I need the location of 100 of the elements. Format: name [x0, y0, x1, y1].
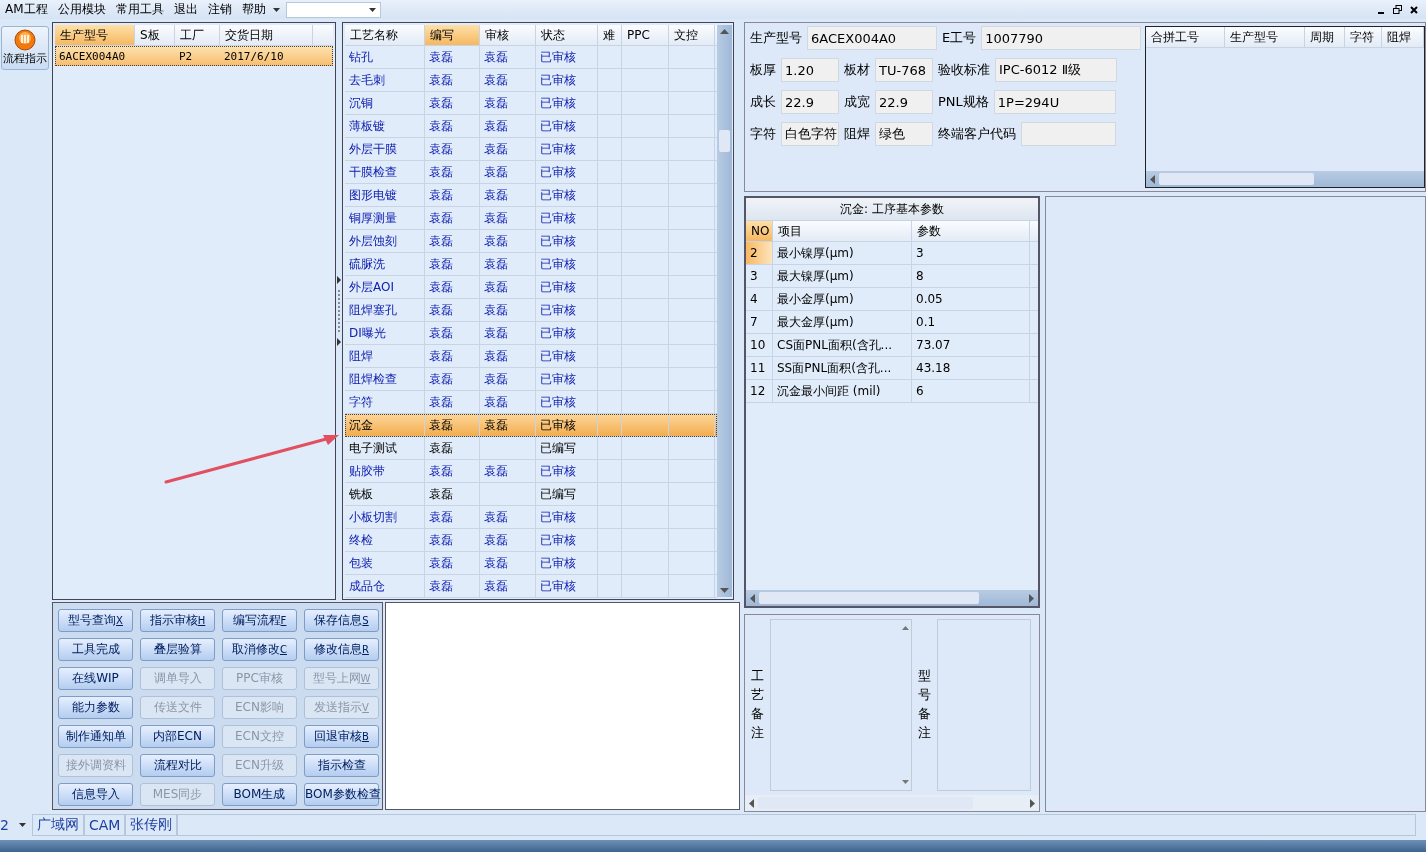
scroll-down-icon[interactable] — [720, 588, 729, 593]
action-button[interactable]: 流程对比 — [140, 754, 215, 777]
process-row[interactable]: 外层蚀刻 袁磊 袁磊 已审核 — [345, 230, 717, 253]
action-button[interactable]: 型号查询X — [58, 609, 133, 632]
action-button[interactable]: BOM生成 — [222, 783, 297, 806]
scroll-thumb[interactable] — [719, 130, 730, 152]
process-guide-button[interactable]: 流程指示 — [1, 26, 49, 70]
column-header[interactable]: 生产型号 — [55, 25, 135, 45]
action-button[interactable]: 信息导入 — [58, 783, 133, 806]
menu-item[interactable]: 常用工具 — [110, 1, 169, 18]
action-button[interactable]: 编写流程F — [222, 609, 297, 632]
column-header[interactable]: 合拼工号 — [1146, 27, 1226, 47]
process-row[interactable]: 薄板镀 袁磊 袁磊 已审核 — [345, 115, 717, 138]
restore-icon[interactable] — [1393, 5, 1402, 14]
process-row[interactable]: 图形电镀 袁磊 袁磊 已审核 — [345, 184, 717, 207]
value-field[interactable]: 22.9 — [875, 90, 933, 114]
action-button[interactable]: 能力参数 — [58, 696, 133, 719]
caret-icon[interactable] — [272, 7, 280, 12]
column-header[interactable]: 阻焊 — [1382, 27, 1424, 47]
horizontal-scrollbar[interactable] — [1146, 171, 1424, 187]
parameter-row[interactable]: 12 沉金最小间距 (mil) 6 — [746, 380, 1038, 403]
menu-item[interactable]: 帮助 — [236, 1, 271, 18]
process-row[interactable]: 硫脲洗 袁磊 袁磊 已审核 — [345, 253, 717, 276]
process-row[interactable]: 外层干膜 袁磊 袁磊 已审核 — [345, 138, 717, 161]
menu-item[interactable]: 退出 — [168, 1, 203, 18]
action-button[interactable]: 指示检查 — [304, 754, 379, 777]
process-row[interactable]: 外层AOI 袁磊 袁磊 已审核 — [345, 276, 717, 299]
value-field[interactable]: 1007790 — [981, 26, 1142, 50]
action-button[interactable]: 回退审核B — [304, 725, 379, 748]
process-row[interactable]: 沉金 袁磊 袁磊 已审核 — [345, 414, 717, 437]
process-row[interactable]: 包装 袁磊 袁磊 已审核 — [345, 552, 717, 575]
scroll-left-icon[interactable] — [749, 798, 754, 808]
process-row[interactable]: 成品仓 袁磊 袁磊 已审核 — [345, 575, 717, 598]
process-row[interactable]: 去毛刺 袁磊 袁磊 已审核 — [345, 69, 717, 92]
value-field[interactable]: 1.20 — [781, 58, 839, 82]
process-row[interactable]: 铜厚测量 袁磊 袁磊 已审核 — [345, 207, 717, 230]
column-header[interactable]: 审核 — [480, 25, 536, 45]
column-header[interactable]: PPC — [622, 25, 669, 45]
value-field[interactable]: 6ACEX004A0 — [807, 26, 937, 50]
process-row[interactable]: 干膜检查 袁磊 袁磊 已审核 — [345, 161, 717, 184]
value-field[interactable]: IPC-6012 Ⅱ级 — [995, 58, 1117, 82]
column-header[interactable]: S板 — [135, 25, 175, 45]
value-field[interactable]: TU-768 — [875, 58, 933, 82]
process-row[interactable]: 阻焊 袁磊 袁磊 已审核 — [345, 345, 717, 368]
column-header[interactable]: 编写 — [425, 25, 480, 45]
value-field[interactable]: 1P=294U — [993, 90, 1116, 114]
caret-icon[interactable] — [18, 823, 26, 827]
value-field[interactable] — [1021, 122, 1116, 146]
scroll-right-icon[interactable] — [1030, 798, 1035, 808]
parameter-row[interactable]: 2 最小镍厚(μm) 3 — [746, 242, 1038, 265]
scroll-right-icon[interactable] — [1029, 593, 1034, 603]
scroll-left-icon[interactable] — [1150, 174, 1155, 184]
action-button[interactable]: 在线WIP — [58, 667, 133, 690]
action-button[interactable]: 制作通知单 — [58, 725, 133, 748]
parameter-row[interactable]: 10 CS面PNL面积(含孔... 73.07 — [746, 334, 1038, 357]
column-header[interactable]: 交货日期 — [220, 25, 313, 45]
close-icon[interactable] — [1410, 5, 1418, 14]
process-row[interactable]: 贴胶带 袁磊 袁磊 已审核 — [345, 460, 717, 483]
menu-item[interactable]: 注销 — [202, 1, 237, 18]
column-header[interactable]: 工厂 — [175, 25, 220, 45]
scroll-up-icon[interactable] — [901, 626, 909, 630]
action-button[interactable]: 内部ECN — [140, 725, 215, 748]
process-row[interactable]: 终检 袁磊 袁磊 已审核 — [345, 529, 717, 552]
action-button[interactable]: 保存信息S — [304, 609, 379, 632]
vertical-scrollbar[interactable] — [717, 25, 732, 597]
column-header[interactable]: 周期 — [1304, 27, 1345, 47]
action-button[interactable]: 工具完成 — [58, 638, 133, 661]
column-header[interactable]: NO — [746, 221, 773, 241]
process-row[interactable]: 阻焊塞孔 袁磊 袁磊 已审核 — [345, 299, 717, 322]
scroll-left-icon[interactable] — [750, 593, 755, 603]
column-header[interactable]: 参数 — [912, 221, 1030, 241]
combo-field[interactable] — [285, 1, 381, 18]
column-header[interactable]: 生产型号 — [1225, 27, 1305, 47]
column-header[interactable]: 项目 — [773, 221, 912, 241]
scroll-up-icon[interactable] — [720, 29, 729, 34]
parameter-row[interactable]: 3 最大镍厚(μm) 8 — [746, 265, 1038, 288]
action-button[interactable]: 修改信息R — [304, 638, 379, 661]
remark-field[interactable] — [937, 619, 1031, 791]
action-button[interactable]: 叠层验算 — [140, 638, 215, 661]
parameter-row[interactable]: 4 最小金厚(μm) 0.05 — [746, 288, 1038, 311]
process-row[interactable]: 阻焊检查 袁磊 袁磊 已审核 — [345, 368, 717, 391]
process-row[interactable]: 电子测试 袁磊 已编写 — [345, 437, 717, 460]
process-row[interactable]: DI曝光 袁磊 袁磊 已审核 — [345, 322, 717, 345]
horizontal-scrollbar[interactable] — [745, 795, 1039, 811]
menu-item[interactable]: 公用模块 — [52, 1, 111, 18]
action-button[interactable]: 取消修改C — [222, 638, 297, 661]
process-row[interactable]: 铣板 袁磊 已编写 — [345, 483, 717, 506]
value-field[interactable]: 绿色 — [875, 122, 933, 146]
splitter-grip-icon[interactable] — [336, 276, 342, 346]
parameter-row[interactable]: 7 最大金厚(μm) 0.1 — [746, 311, 1038, 334]
order-row[interactable]: 6ACEX004A0 P2 2017/6/10 — [55, 46, 333, 66]
scroll-down-icon[interactable] — [901, 780, 909, 784]
remark-field[interactable] — [770, 619, 912, 791]
value-field[interactable]: 22.9 — [781, 90, 839, 114]
action-button[interactable]: 指示审核H — [140, 609, 215, 632]
action-button[interactable]: BOM参数检查 — [304, 783, 379, 806]
value-field[interactable]: 白色字符 — [781, 122, 839, 146]
process-row[interactable]: 沉铜 袁磊 袁磊 已审核 — [345, 92, 717, 115]
column-header[interactable]: 状态 — [536, 25, 598, 45]
column-header[interactable]: 难 — [598, 25, 622, 45]
